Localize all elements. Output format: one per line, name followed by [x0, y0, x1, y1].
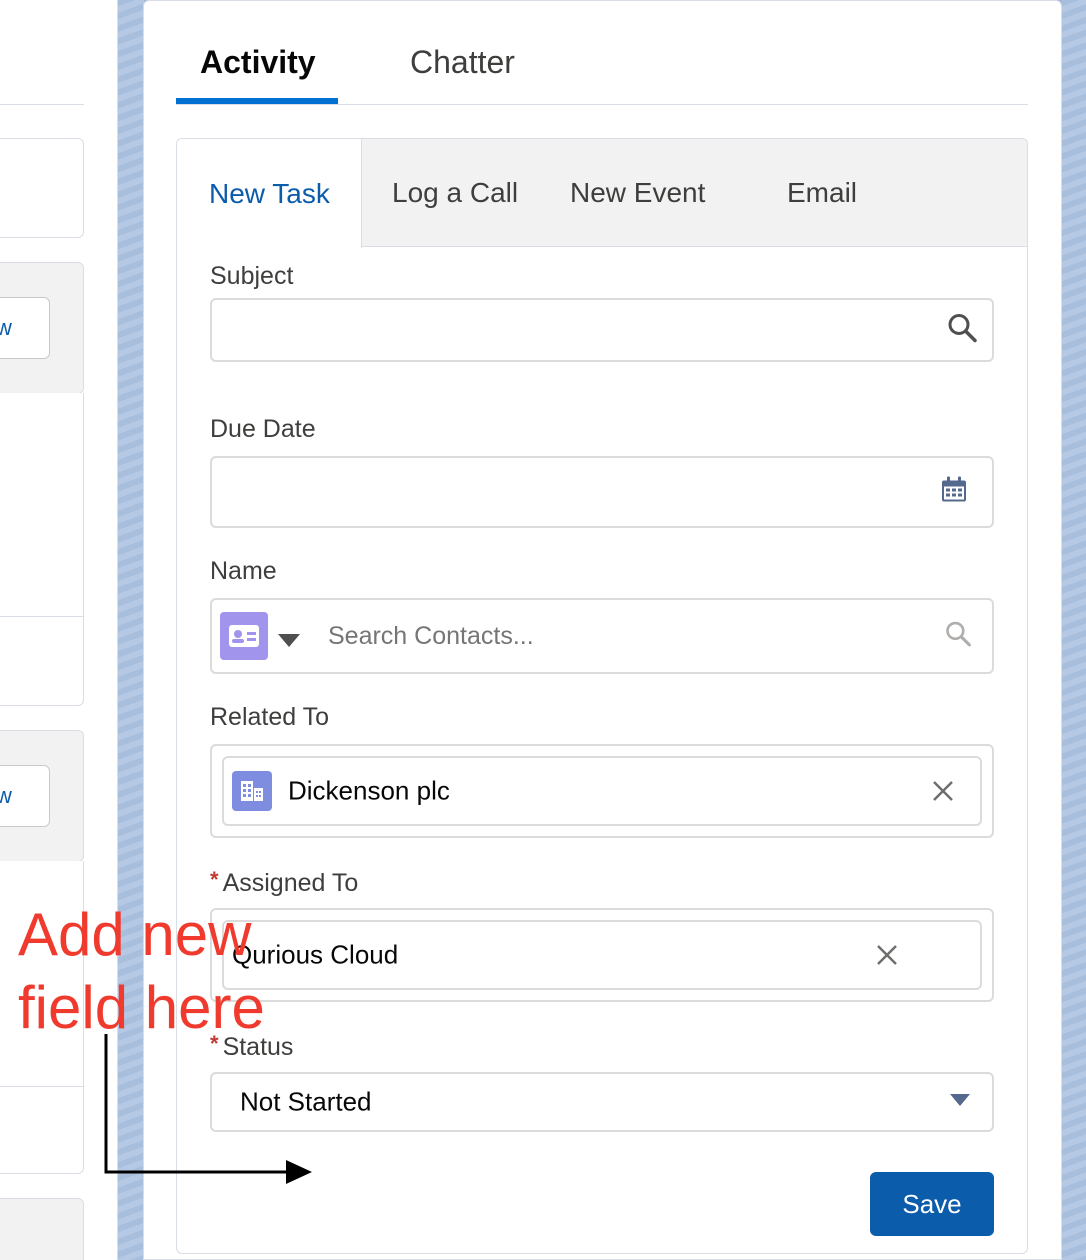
left-card-footer — [0, 616, 84, 706]
tab-email[interactable]: Email — [787, 139, 857, 247]
chevron-down-icon[interactable] — [950, 1093, 970, 1111]
left-card — [0, 138, 84, 238]
due-date-field[interactable] — [210, 456, 994, 528]
name-label: Name — [210, 557, 277, 585]
left-card-header — [0, 1198, 84, 1260]
search-icon[interactable] — [944, 620, 972, 653]
close-icon[interactable] — [930, 778, 956, 804]
calendar-icon[interactable] — [940, 476, 968, 509]
background — [1062, 0, 1086, 1260]
related-to-field[interactable]: Dickenson plc — [210, 744, 994, 838]
object-switcher-chevron-down-icon[interactable] — [278, 634, 300, 652]
due-date-input[interactable] — [226, 458, 926, 526]
subject-label: Subject — [210, 262, 294, 290]
subject-field[interactable] — [210, 298, 994, 362]
active-tab-indicator — [176, 98, 338, 104]
due-date-label: Due Date — [210, 415, 316, 443]
annotation-text: Add new field here — [18, 901, 265, 1041]
left-new-button[interactable]: w — [0, 765, 50, 827]
close-icon[interactable] — [874, 942, 900, 968]
account-icon — [232, 771, 272, 811]
assigned-to-label: * Assigned To — [210, 867, 359, 897]
required-marker: * — [210, 867, 219, 892]
name-search-input[interactable] — [328, 600, 928, 672]
subject-input[interactable] — [226, 300, 926, 360]
divider — [0, 104, 84, 105]
name-lookup-field[interactable] — [210, 598, 994, 674]
annotation-arrow-icon — [104, 1034, 312, 1184]
left-new-button[interactable]: w — [0, 297, 50, 359]
left-card-body — [0, 393, 84, 617]
save-button[interactable]: Save — [870, 1172, 994, 1236]
left-card-footer — [0, 1086, 84, 1174]
related-to-pill[interactable]: Dickenson plc — [222, 756, 982, 826]
top-tabbar: Activity Chatter — [176, 0, 1028, 105]
tab-activity[interactable]: Activity — [200, 44, 316, 81]
publisher-tabbar: New Task Log a Call New Event Email — [177, 139, 1027, 248]
tab-log-a-call[interactable]: Log a Call — [392, 139, 518, 247]
status-select[interactable]: Not Started — [210, 1072, 994, 1132]
tab-new-task[interactable]: New Task — [177, 139, 362, 248]
related-to-label: Related To — [210, 703, 330, 731]
tab-chatter[interactable]: Chatter — [410, 44, 515, 81]
contact-icon[interactable] — [220, 612, 268, 660]
tab-new-event[interactable]: New Event — [570, 139, 705, 247]
related-to-value: Dickenson plc — [288, 775, 450, 806]
search-icon[interactable] — [946, 312, 978, 349]
